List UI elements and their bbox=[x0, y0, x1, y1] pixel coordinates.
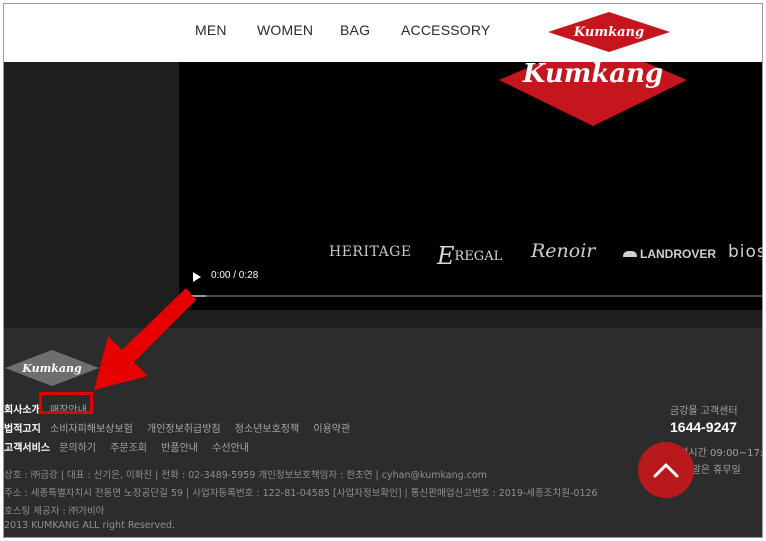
brand-renoir: Renoir bbox=[531, 240, 596, 262]
nav-bag[interactable]: BAG bbox=[340, 22, 370, 38]
footer-link-repair[interactable]: 수선안내 bbox=[212, 443, 249, 454]
play-icon[interactable] bbox=[193, 272, 201, 282]
footer-link-returns[interactable]: 반품안내 bbox=[161, 443, 198, 454]
brand-regal-label: REGAL bbox=[454, 249, 503, 264]
brand-heritage: HERITAGE bbox=[329, 244, 412, 260]
landrover-mark-icon bbox=[623, 251, 637, 257]
nav-women[interactable]: WOMEN bbox=[257, 22, 313, 38]
video-bottom-strip bbox=[179, 310, 762, 328]
nav-men[interactable]: MEN bbox=[195, 22, 227, 38]
footer-link-youth-policy[interactable]: 청소년보호정책 bbox=[235, 424, 299, 435]
footer-company-info: 상호 : ㈜금강 | 대표 : 신기은, 이화진 | 전화 : 02-3489-… bbox=[4, 470, 487, 481]
video-progress-bar[interactable] bbox=[189, 295, 762, 297]
footer-link-consumer-insurance[interactable]: 소비자피해보상보험 bbox=[50, 424, 133, 435]
video-kumkang-logo: Kumkang bbox=[499, 62, 687, 126]
brand-landrover: LANDROVER bbox=[623, 247, 716, 261]
cs-phone: 1644-9247 bbox=[670, 419, 737, 435]
kumkang-logo[interactable]: Kumkang bbox=[546, 10, 672, 54]
footer-link-privacy[interactable]: 개인정보취급방침 bbox=[147, 424, 221, 435]
footer-head-company: 회사소개 bbox=[4, 405, 41, 416]
footer-logo-text: Kumkang bbox=[21, 362, 82, 375]
chevron-up-icon bbox=[653, 463, 679, 478]
footer-hosting: 호스팅 제공자 : ㈜가비아 bbox=[4, 506, 105, 517]
logo-text: Kumkang bbox=[573, 25, 644, 40]
footer-link-terms[interactable]: 이용약관 bbox=[313, 424, 350, 435]
brand-regal: EREGAL bbox=[437, 242, 502, 270]
footer-kumkang-logo[interactable]: Kumkang bbox=[4, 348, 100, 388]
footer-head-legal: 법적고지 bbox=[4, 424, 41, 435]
regal-e-mark: E bbox=[437, 242, 455, 270]
footer-link-order-lookup[interactable]: 주문조회 bbox=[110, 443, 147, 454]
brand-video[interactable]: Kumkang HERITAGE EREGAL Renoir LANDROVER… bbox=[179, 62, 763, 310]
cs-title: 금강몰 고객센터 bbox=[670, 406, 738, 417]
top-navigation: MEN WOMEN BAG ACCESSORY Kumkang bbox=[4, 4, 762, 62]
highlight-box-store-info bbox=[39, 392, 93, 414]
footer-address: 주소 : 세종특별자치시 전동면 노장공단길 59 | 사업자등록번호 : 12… bbox=[4, 488, 598, 499]
footer-copyright: 2013 KUMKANG ALL right Reserved. bbox=[4, 520, 176, 531]
footer-link-inquiry[interactable]: 문의하기 bbox=[59, 443, 96, 454]
footer-head-service: 고객서비스 bbox=[4, 443, 50, 454]
scroll-top-button[interactable] bbox=[638, 442, 694, 498]
video-time: 0:00 / 0:28 bbox=[211, 270, 259, 281]
footer-row-legal: 법적고지 소비자피해보상보험 개인정보취급방침 청소년보호정책 이용약관 bbox=[4, 420, 361, 435]
brand-landrover-label: LANDROVER bbox=[640, 247, 717, 261]
video-logo-text: Kumkang bbox=[522, 62, 663, 89]
red-arrow-icon bbox=[94, 288, 196, 390]
footer-row-service: 고객서비스 문의하기 주문조회 반품안내 수선안내 bbox=[4, 439, 260, 454]
brand-bios: bios bbox=[728, 242, 763, 262]
nav-accessory[interactable]: ACCESSORY bbox=[401, 22, 490, 38]
